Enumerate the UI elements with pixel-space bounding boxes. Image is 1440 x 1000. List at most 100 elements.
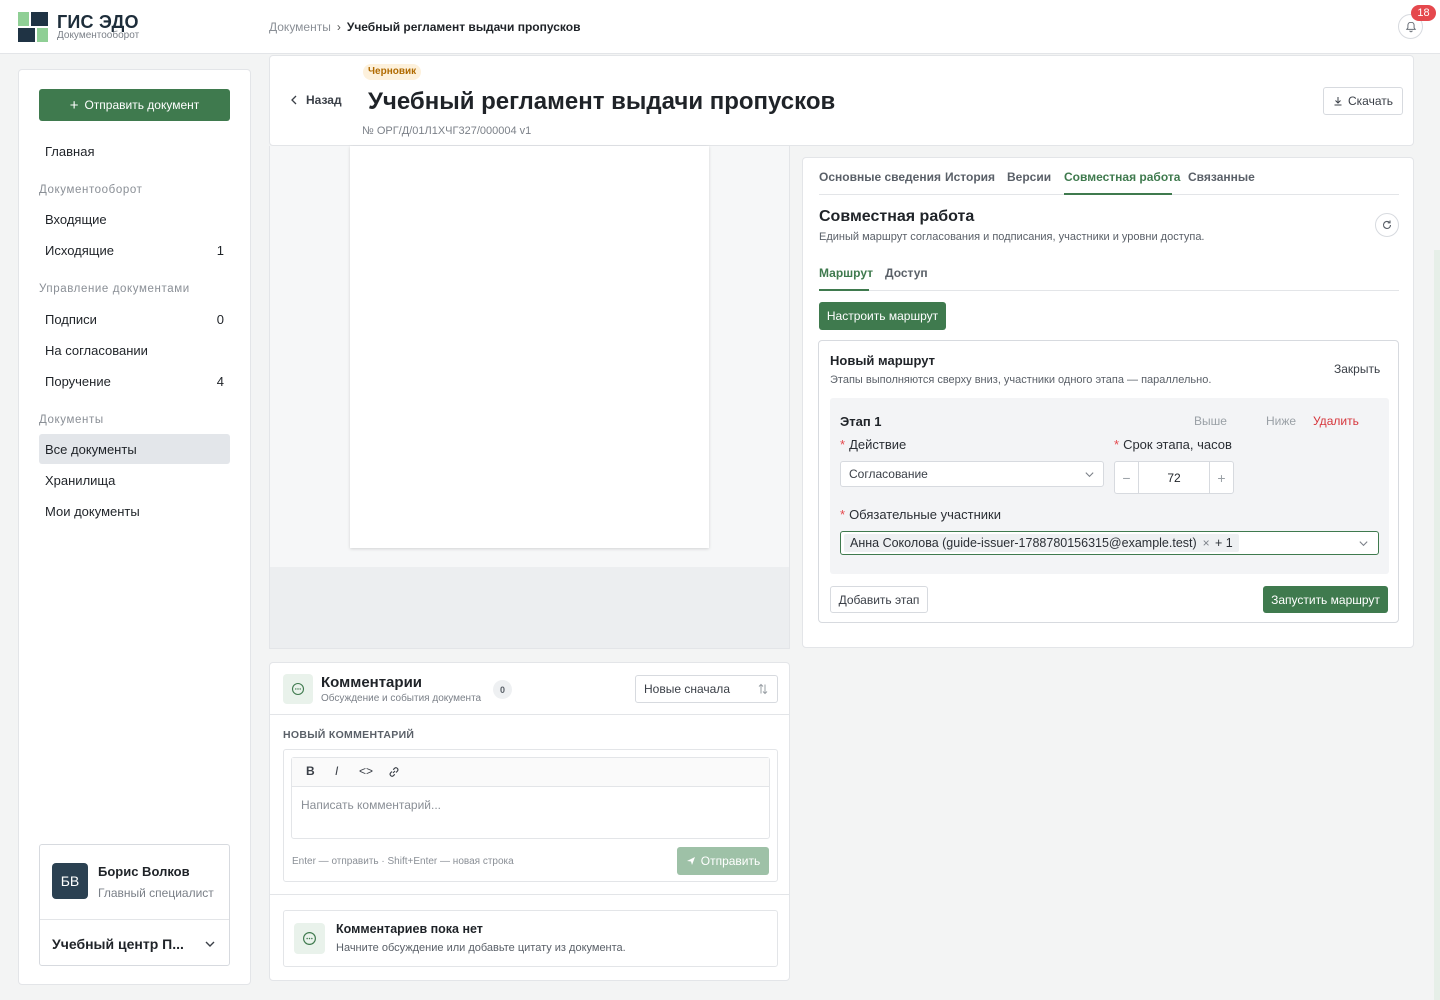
sidebar-item-storages[interactable]: Хранилища — [39, 465, 230, 495]
sidebar-item-approval[interactable]: На согласовании — [39, 335, 230, 365]
tab-related[interactable]: Связанные — [1188, 170, 1255, 184]
section-subtitle: Единый маршрут согласования и подписания… — [819, 231, 1205, 243]
code-button[interactable]: <> — [359, 764, 373, 778]
back-label: Назад — [306, 93, 342, 107]
download-button[interactable]: Скачать — [1323, 87, 1403, 115]
bell-icon — [1405, 21, 1417, 33]
action-select[interactable]: Согласование — [840, 461, 1104, 487]
active-subtab-indicator — [819, 289, 869, 291]
delete-stage-button[interactable]: Удалить — [1313, 414, 1359, 428]
user-role: Главный специалист — [98, 886, 214, 900]
document-number: № ОРГ/Д/01Л1ХЧГ327/000004 v1 — [362, 125, 532, 137]
route-editor: Новый маршрут Этапы выполняются сверху в… — [818, 340, 1399, 623]
bold-button[interactable]: B — [306, 764, 315, 778]
sidebar-item-label: Входящие — [45, 211, 107, 227]
chevron-down-icon[interactable] — [204, 938, 216, 950]
participants-label: * Обязательные участники — [840, 507, 1001, 522]
subtab-access[interactable]: Доступ — [885, 266, 928, 280]
decrement-button[interactable]: − — [1115, 462, 1138, 493]
add-stage-button[interactable]: Добавить этап — [830, 586, 928, 613]
sidebar-item-my-documents[interactable]: Мои документы — [39, 496, 230, 526]
send-document-button[interactable]: + Отправить документ — [39, 89, 230, 121]
move-up-button[interactable]: Выше — [1194, 414, 1227, 428]
sidebar-item-label: Исходящие — [45, 242, 114, 258]
run-route-button[interactable]: Запустить маршрут — [1263, 586, 1388, 613]
app-subtitle: Документооборот — [57, 30, 140, 41]
sidebar-item-label: На согласовании — [45, 342, 148, 358]
sidebar-item-label: Подписи — [45, 311, 97, 327]
scrollbar[interactable] — [1434, 250, 1440, 1000]
action-select-value: Согласование — [849, 467, 928, 481]
send-document-label: Отправить документ — [84, 98, 200, 112]
sort-icon — [758, 683, 768, 695]
organization-selector[interactable]: Учебный центр П... — [52, 936, 192, 952]
participant-name: Анна Соколова (guide-issuer-178878015631… — [850, 536, 1197, 550]
sidebar-item-incoming[interactable]: Входящие — [39, 204, 230, 234]
preview-canvas — [270, 146, 789, 567]
sidebar-section-title: Документооборот — [39, 184, 143, 196]
document-header: Черновик Назад Учебный регламент выдачи … — [269, 55, 1414, 146]
italic-button[interactable]: I — [335, 764, 338, 778]
tab-versions[interactable]: Версии — [1007, 170, 1051, 184]
chevron-down-icon — [1359, 541, 1368, 547]
sidebar-section-title: Управление документами — [39, 283, 190, 295]
breadcrumb-separator: › — [336, 20, 341, 34]
increment-button[interactable]: + — [1210, 462, 1233, 493]
deadline-label-text: Срок этапа, часов — [1123, 437, 1232, 452]
sort-select[interactable]: Новые сначала — [635, 675, 778, 703]
tab-history[interactable]: История — [945, 170, 995, 184]
sort-value: Новые сначала — [644, 682, 730, 696]
sidebar-item-assignments[interactable]: Поручение 4 — [39, 366, 230, 396]
sidebar-item-signatures[interactable]: Подписи 0 — [39, 304, 230, 334]
deadline-stepper: − 72 + — [1114, 461, 1234, 494]
required-marker: * — [840, 507, 846, 522]
comment-editor: B I <> Написать комментарий... Enter — о… — [283, 749, 778, 882]
user-card: БВ Борис Волков Главный специалист Учебн… — [39, 844, 230, 966]
tab-general[interactable]: Основные сведения — [819, 170, 941, 184]
top-bar: ГИС ЭДО Документооборот Документы › Учебны… — [0, 0, 1440, 54]
action-label-text: Действие — [849, 437, 907, 452]
document-page — [350, 146, 709, 548]
participant-chip: Анна Соколова (guide-issuer-178878015631… — [844, 534, 1216, 552]
close-route-button[interactable]: Закрыть — [1334, 362, 1380, 376]
participants-label-text: Обязательные участники — [849, 507, 1001, 522]
empty-title: Комментариев пока нет — [336, 922, 483, 936]
comments-panel: Комментарии Обсуждение и события докумен… — [269, 662, 790, 981]
breadcrumb: Документы › Учебный регламент выдачи пропу… — [269, 20, 581, 34]
refresh-button[interactable] — [1375, 213, 1399, 237]
sidebar-item-all-documents[interactable]: Все документы — [39, 434, 230, 464]
sidebar-item-label: Хранилища — [45, 472, 116, 488]
tab-collaboration[interactable]: Совместная работа — [1064, 170, 1180, 184]
comments-subtitle: Обсуждение и события документа — [321, 693, 482, 704]
configure-route-button[interactable]: Настроить маршрут — [819, 302, 946, 330]
comment-input[interactable]: Написать комментарий... — [301, 798, 441, 812]
avatar: БВ — [52, 863, 88, 899]
sidebar-item-label: Главная — [45, 143, 95, 159]
subtab-route[interactable]: Маршрут — [819, 266, 873, 280]
comments-empty-state: Комментариев пока нет Начните обсуждение… — [283, 910, 778, 967]
empty-subtitle: Начните обсуждение или добавьте цитату и… — [336, 942, 626, 954]
active-tab-indicator — [1064, 193, 1172, 195]
new-comment-label: НОВЫЙ КОММЕНТАРИЙ — [283, 729, 415, 741]
logo-icon — [18, 12, 48, 42]
participants-select[interactable]: Анна Соколова (guide-issuer-178878015631… — [840, 531, 1379, 555]
sidebar-item-count: 0 — [216, 311, 224, 327]
required-marker: * — [1114, 437, 1120, 452]
back-button[interactable]: Назад — [290, 93, 342, 107]
divider — [40, 919, 229, 920]
action-label: * Действие — [840, 437, 906, 452]
notifications-badge: 18 — [1411, 5, 1436, 21]
document-preview[interactable] — [269, 146, 790, 649]
send-icon — [686, 857, 695, 865]
more-participants-chip[interactable]: + 1 — [1209, 534, 1239, 552]
send-comment-button[interactable]: Отправить — [677, 847, 769, 875]
deadline-label: * Срок этапа, часов — [1114, 437, 1232, 452]
breadcrumb-documents[interactable]: Документы — [269, 20, 331, 34]
tabs: Основные сведения История Версии Совмест… — [819, 158, 1399, 195]
sidebar-item-outgoing[interactable]: Исходящие 1 — [39, 235, 230, 265]
move-down-button[interactable]: Ниже — [1266, 414, 1296, 428]
sidebar-item-home[interactable]: Главная — [39, 136, 230, 166]
route-title: Новый маршрут — [830, 353, 936, 368]
link-icon[interactable] — [387, 765, 401, 779]
deadline-input[interactable]: 72 — [1138, 462, 1210, 493]
